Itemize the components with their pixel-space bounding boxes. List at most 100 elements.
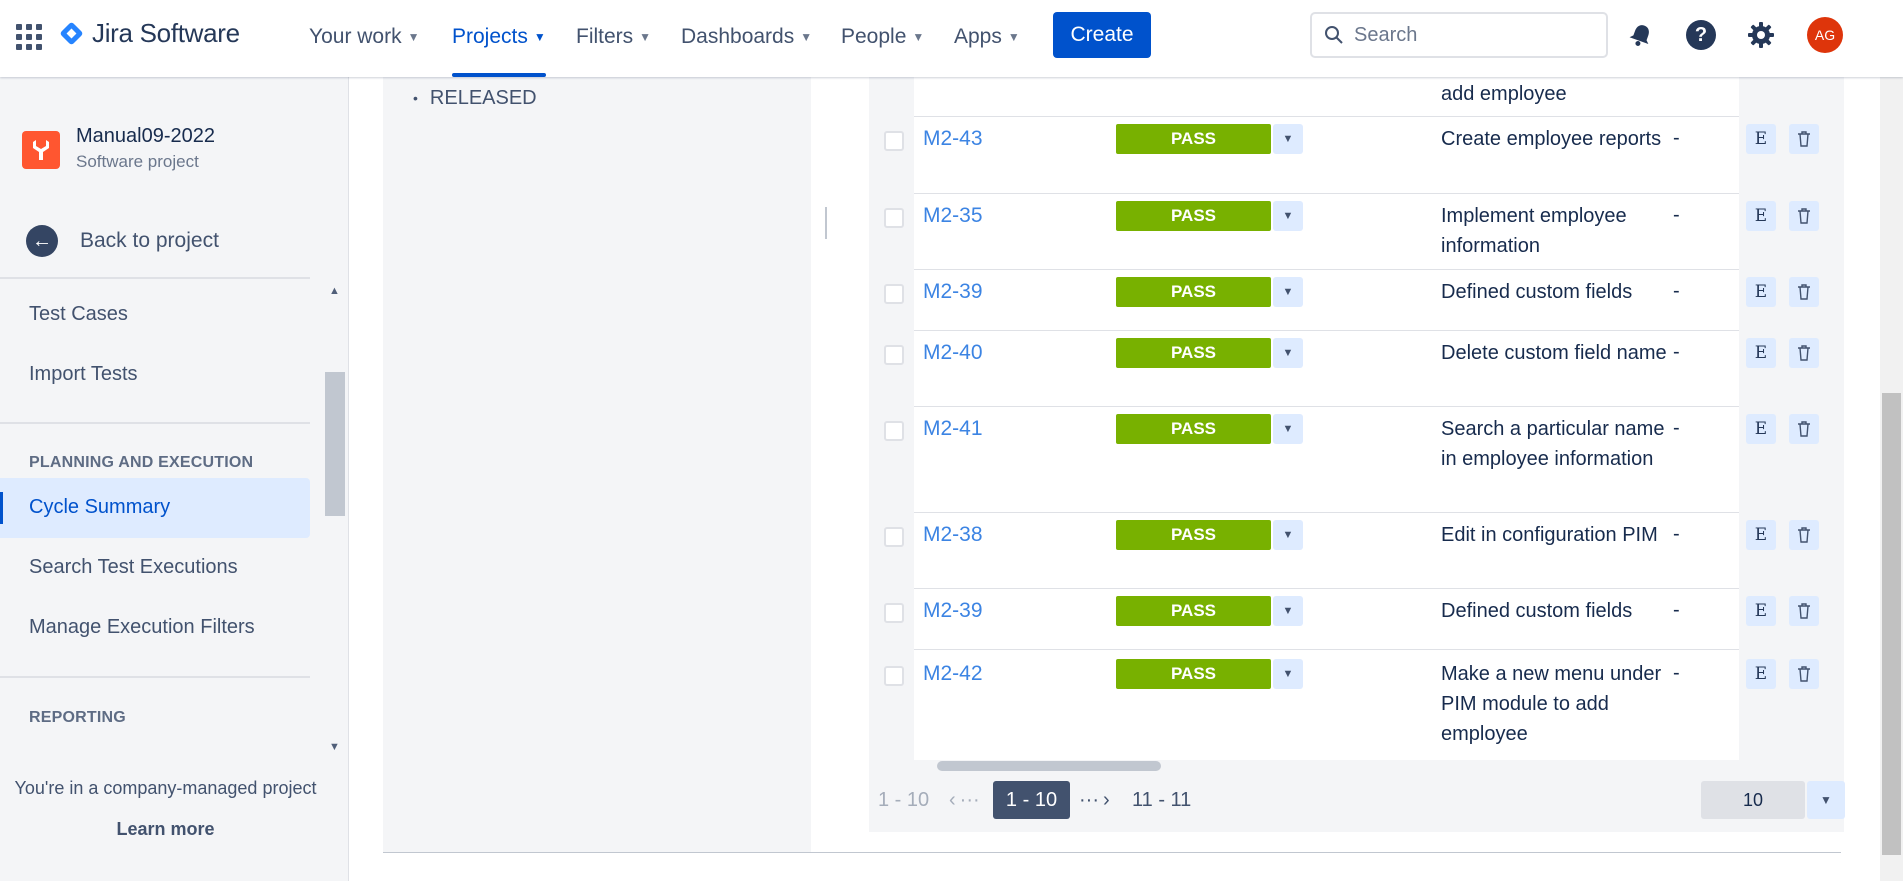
execute-button[interactable]: E <box>1746 520 1776 550</box>
row-summary: Search a particular name in employee inf… <box>1441 418 1665 470</box>
released-label: RELEASED <box>429 87 537 109</box>
previous-page-button[interactable]: ‹ ··· <box>949 789 980 812</box>
delete-button[interactable] <box>1789 277 1819 307</box>
sidebar-scrollbar[interactable]: ▲ ▼ <box>323 281 347 758</box>
row-summary: Make a new menu under PIM module to add … <box>1441 663 1662 745</box>
delete-button[interactable] <box>1789 596 1819 626</box>
sidebar-item-import-tests[interactable]: Import Tests <box>29 363 138 386</box>
nav-people[interactable]: People ▼ <box>841 20 924 54</box>
status-badge[interactable]: PASS <box>1116 596 1271 626</box>
execute-button[interactable]: E <box>1746 338 1776 368</box>
status-badge[interactable]: PASS <box>1116 414 1271 444</box>
status-dropdown[interactable]: ▼ <box>1273 338 1303 368</box>
row-checkbox[interactable] <box>884 666 904 686</box>
chevron-down-icon: ▼ <box>1282 347 1294 359</box>
learn-more-link[interactable]: Learn more <box>0 819 331 840</box>
execution-key-link[interactable]: M2-43 <box>923 127 983 151</box>
status-dropdown[interactable]: ▼ <box>1273 520 1303 550</box>
panel-resize-handle[interactable] <box>825 207 827 239</box>
sidebar-item-search-test-executions[interactable]: Search Test Executions <box>29 556 238 579</box>
released-version-item[interactable]: • RELEASED <box>413 87 537 110</box>
scroll-down-arrow-icon[interactable]: ▼ <box>329 741 340 753</box>
row-defects: - <box>1673 127 1680 149</box>
sidebar-item-manage-execution-filters[interactable]: Manage Execution Filters <box>29 616 255 639</box>
execution-key-link[interactable]: M2-39 <box>923 599 983 623</box>
jira-logo[interactable]: Jira Software <box>59 18 240 49</box>
execution-key-link[interactable]: M2-42 <box>923 662 983 686</box>
nav-dashboards[interactable]: Dashboards ▼ <box>681 20 812 54</box>
settings-icon[interactable] <box>1745 19 1777 51</box>
status-badge[interactable]: PASS <box>1116 277 1271 307</box>
page-scrollbar[interactable] <box>1880 77 1903 881</box>
app-switcher-icon[interactable] <box>14 22 42 50</box>
row-checkbox[interactable] <box>884 131 904 151</box>
delete-button[interactable] <box>1789 201 1819 231</box>
execution-key-link[interactable]: M2-38 <box>923 523 983 547</box>
scrollbar-thumb[interactable] <box>325 372 345 516</box>
delete-button[interactable] <box>1789 414 1819 444</box>
execute-button[interactable]: E <box>1746 277 1776 307</box>
top-navigation: Jira Software Your work ▼ Projects ▼ Fil… <box>0 0 1903 77</box>
delete-button[interactable] <box>1789 520 1819 550</box>
status-badge[interactable]: PASS <box>1116 520 1271 550</box>
status-dropdown[interactable]: ▼ <box>1273 414 1303 444</box>
page-size-select[interactable]: 10 <box>1701 781 1805 819</box>
delete-button[interactable] <box>1789 124 1819 154</box>
execution-key-link[interactable]: M2-39 <box>923 280 983 304</box>
section-heading-reporting: REPORTING <box>29 709 126 726</box>
execute-button[interactable]: E <box>1746 124 1776 154</box>
row-defects: - <box>1673 341 1680 363</box>
status-dropdown[interactable]: ▼ <box>1273 596 1303 626</box>
help-icon[interactable]: ? <box>1685 19 1717 51</box>
scrollbar-thumb[interactable] <box>937 761 1161 771</box>
notifications-icon[interactable] <box>1625 19 1657 51</box>
nav-your-work-label: Your work <box>309 25 402 48</box>
avatar[interactable]: AG <box>1807 17 1843 53</box>
row-checkbox[interactable] <box>884 421 904 441</box>
page-11-button[interactable]: 11 - 11 <box>1132 789 1191 812</box>
execute-button[interactable]: E <box>1746 201 1776 231</box>
trash-icon <box>1798 131 1810 147</box>
status-dropdown[interactable]: ▼ <box>1273 201 1303 231</box>
execute-button[interactable]: E <box>1746 414 1776 444</box>
scrollbar-thumb[interactable] <box>1882 393 1901 855</box>
scroll-up-arrow-icon[interactable]: ▲ <box>329 285 340 297</box>
current-page-button[interactable]: 1 - 10 <box>993 781 1070 819</box>
sidebar-nav-scroll: Test Cases Import Tests PLANNING AND EXE… <box>0 281 349 758</box>
execution-key-link[interactable]: M2-35 <box>923 204 983 228</box>
status-dropdown[interactable]: ▼ <box>1273 277 1303 307</box>
execute-button[interactable]: E <box>1746 596 1776 626</box>
execute-button[interactable]: E <box>1746 659 1776 689</box>
nav-projects[interactable]: Projects ▼ <box>452 20 546 77</box>
status-badge[interactable]: PASS <box>1116 201 1271 231</box>
status-badge[interactable]: PASS <box>1116 338 1271 368</box>
pagination-ellipsis: ··· <box>1079 789 1099 811</box>
nav-apps[interactable]: Apps ▼ <box>954 20 1020 54</box>
execution-key-link[interactable]: M2-40 <box>923 341 983 365</box>
row-checkbox[interactable] <box>884 603 904 623</box>
row-checkbox[interactable] <box>884 208 904 228</box>
search-box[interactable] <box>1310 12 1608 58</box>
delete-button[interactable] <box>1789 659 1819 689</box>
status-badge[interactable]: PASS <box>1116 124 1271 154</box>
row-checkbox[interactable] <box>884 284 904 304</box>
delete-button[interactable] <box>1789 338 1819 368</box>
trash-icon <box>1798 666 1810 682</box>
page-size-dropdown[interactable]: ▼ <box>1807 781 1845 819</box>
status-dropdown[interactable]: ▼ <box>1273 124 1303 154</box>
chevron-down-icon: ▼ <box>1282 210 1294 222</box>
row-checkbox[interactable] <box>884 345 904 365</box>
next-page-button[interactable]: ··· › <box>1079 789 1110 812</box>
nav-filters[interactable]: Filters ▼ <box>576 20 651 54</box>
execution-key-link[interactable]: M2-41 <box>923 417 983 441</box>
status-dropdown[interactable]: ▼ <box>1273 659 1303 689</box>
back-to-project-link[interactable]: ← Back to project <box>26 225 219 257</box>
sidebar-item-test-cases[interactable]: Test Cases <box>29 303 128 326</box>
create-button[interactable]: Create <box>1053 12 1151 58</box>
status-badge[interactable]: PASS <box>1116 659 1271 689</box>
pagination-range: 1 - 10 <box>878 789 930 811</box>
nav-your-work[interactable]: Your work ▼ <box>309 20 420 54</box>
row-checkbox[interactable] <box>884 527 904 547</box>
table-horizontal-scrollbar[interactable] <box>869 760 1844 772</box>
search-input[interactable] <box>1354 23 1574 47</box>
